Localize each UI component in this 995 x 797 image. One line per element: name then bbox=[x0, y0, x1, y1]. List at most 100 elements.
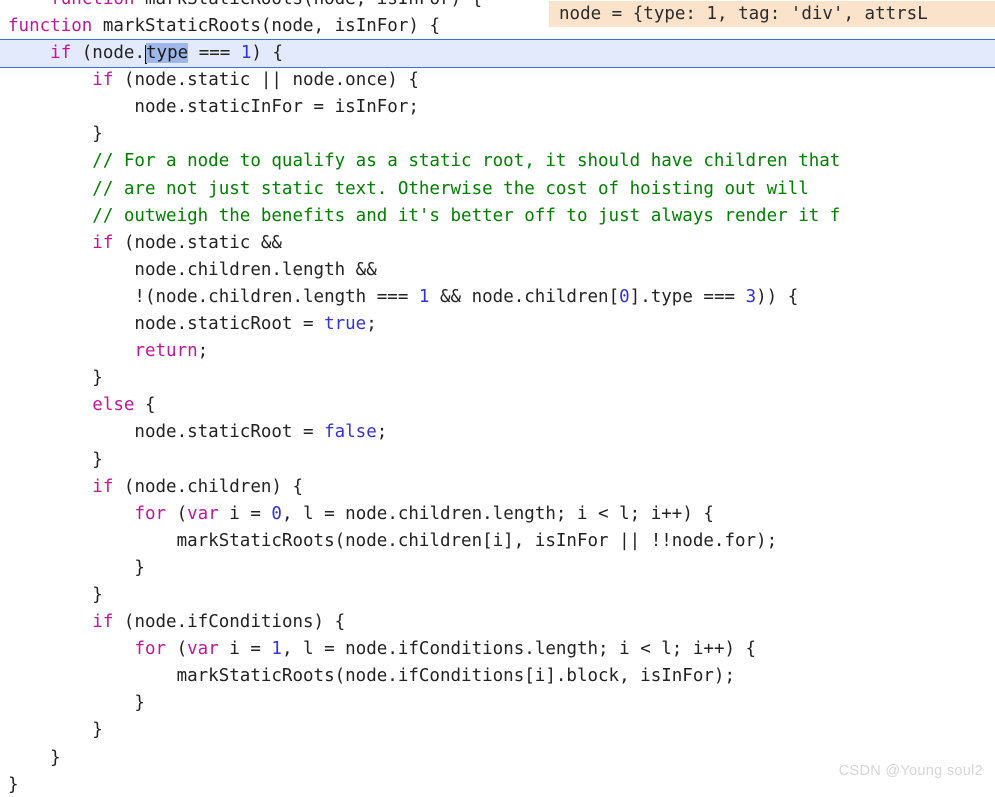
token-plain: } bbox=[8, 720, 103, 741]
code-line[interactable]: } bbox=[0, 555, 995, 582]
code-line[interactable]: // are not just static text. Otherwise t… bbox=[0, 176, 995, 203]
token-kw: else bbox=[92, 395, 135, 416]
token-plain: node.staticInFor = isInFor; bbox=[8, 97, 419, 118]
code-editor-viewport[interactable]: function markStaticRoots(node, isInFor) … bbox=[0, 0, 995, 797]
token-num: 1 bbox=[271, 639, 282, 660]
token-plain: markStaticRoots(node.children[i], isInFo… bbox=[8, 530, 778, 551]
token-comment: // For a node to qualify as a static roo… bbox=[8, 151, 841, 172]
token-kw: if bbox=[92, 70, 114, 91]
code-line[interactable]: if (node.ifConditions) { bbox=[0, 609, 995, 636]
token-plain: } bbox=[8, 774, 19, 795]
token-plain: ( bbox=[166, 503, 188, 524]
token-plain: node.staticRoot = bbox=[8, 314, 325, 335]
token-plain: ) { bbox=[251, 43, 283, 64]
token-plain: ; bbox=[366, 314, 377, 335]
token-kw: for bbox=[134, 639, 167, 660]
token-plain: && node.children[ bbox=[429, 286, 620, 307]
token-plain: markStaticRoots(node.ifConditions[i].blo… bbox=[8, 666, 735, 687]
token-plain: i = bbox=[218, 503, 272, 524]
code-line[interactable]: // outweigh the benefits and it's better… bbox=[0, 203, 995, 230]
code-line[interactable]: if (node.static && bbox=[0, 230, 995, 257]
token-bool: true bbox=[324, 314, 367, 335]
token-plain: node.children.length && bbox=[8, 259, 377, 280]
token-plain: (node.children) { bbox=[113, 476, 304, 497]
code-line[interactable]: markStaticRoots(node.ifConditions[i].blo… bbox=[0, 663, 995, 690]
token-kw: var bbox=[187, 503, 219, 524]
code-line[interactable]: node.staticInFor = isInFor; bbox=[0, 94, 995, 121]
token-plain: { bbox=[134, 395, 156, 416]
token-num: 1 bbox=[240, 43, 252, 64]
token-plain: markStaticRoots(node, isInFor) { bbox=[92, 16, 440, 37]
code-line[interactable]: } bbox=[0, 121, 995, 148]
token-comment: // outweigh the benefits and it's better… bbox=[8, 205, 841, 226]
code-line[interactable]: else { bbox=[0, 392, 995, 419]
csdn-watermark: CSDN @Young soul2 bbox=[838, 763, 983, 779]
token-plain: node.staticRoot = bbox=[8, 422, 325, 443]
token-plain: )) { bbox=[756, 286, 799, 307]
token-plain: (node.static || node.once) { bbox=[113, 70, 419, 91]
token-plain: === bbox=[188, 43, 241, 64]
token-kw: if bbox=[50, 43, 72, 64]
debugger-inline-value-tooltip: node = {type: 1, tag: 'div', attrsL bbox=[549, 1, 995, 27]
token-kw: for bbox=[134, 503, 167, 524]
token-plain: ; bbox=[197, 341, 209, 362]
token-kw: return bbox=[134, 341, 198, 362]
token-kw: if bbox=[92, 476, 114, 497]
token-plain: , l = node.children.length; i < l; i++) … bbox=[281, 503, 714, 524]
token-plain: (node.static && bbox=[113, 232, 282, 253]
token-plain: markStaticRoots(node, isInFor) { bbox=[134, 0, 482, 9]
code-line[interactable]: for (var i = 1, l = node.ifConditions.le… bbox=[0, 636, 995, 663]
selected-text: type bbox=[146, 43, 189, 64]
token-plain: (node. bbox=[71, 43, 145, 64]
token-num: 1 bbox=[418, 286, 430, 307]
token-plain: , l = node.ifConditions.length; i < l; i… bbox=[281, 639, 757, 660]
code-line[interactable]: } bbox=[0, 717, 995, 744]
token-plain: i = bbox=[218, 639, 272, 660]
code-line-current[interactable]: if (node.type === 1) { bbox=[0, 39, 995, 69]
token-plain: } bbox=[8, 124, 103, 145]
code-line[interactable]: } bbox=[0, 690, 995, 717]
token-bool: false bbox=[324, 422, 377, 443]
code-line[interactable]: !(node.children.length === 1 && node.chi… bbox=[0, 284, 995, 311]
code-line[interactable]: } bbox=[0, 582, 995, 609]
code-line[interactable]: } bbox=[0, 365, 995, 392]
token-kw: if bbox=[92, 612, 114, 633]
code-line[interactable]: node.staticRoot = false; bbox=[0, 419, 995, 446]
token-plain: ].type === bbox=[629, 286, 746, 307]
token-comment: // are not just static text. Otherwise t… bbox=[8, 178, 809, 199]
code-line[interactable]: } bbox=[0, 447, 995, 474]
token-plain: (node.ifConditions) { bbox=[113, 612, 346, 633]
code-text-area[interactable]: function markStaticRoots(node, isInFor) … bbox=[0, 0, 995, 797]
token-kw: if bbox=[92, 232, 114, 253]
token-plain: ( bbox=[166, 639, 188, 660]
code-line[interactable]: if (node.children) { bbox=[0, 474, 995, 501]
code-line[interactable]: node.staticRoot = true; bbox=[0, 311, 995, 338]
code-line[interactable]: if (node.static || node.once) { bbox=[0, 67, 995, 94]
token-num: 0 bbox=[619, 286, 630, 307]
token-plain: } bbox=[8, 584, 103, 605]
token-plain: ; bbox=[376, 422, 388, 443]
code-line[interactable]: node.children.length && bbox=[0, 257, 995, 284]
code-line[interactable]: // For a node to qualify as a static roo… bbox=[0, 148, 995, 175]
code-line[interactable]: for (var i = 0, l = node.children.length… bbox=[0, 501, 995, 528]
token-plain: } bbox=[8, 693, 145, 714]
token-num: 0 bbox=[271, 503, 282, 524]
code-line[interactable]: markStaticRoots(node.children[i], isInFo… bbox=[0, 528, 995, 555]
code-line[interactable]: return; bbox=[0, 338, 995, 365]
token-plain: } bbox=[8, 368, 103, 389]
token-kw: function bbox=[50, 0, 134, 9]
token-plain: !(node.children.length === bbox=[8, 286, 419, 307]
token-kw: function bbox=[8, 16, 93, 37]
token-plain: } bbox=[8, 557, 145, 578]
token-plain: } bbox=[8, 449, 103, 470]
